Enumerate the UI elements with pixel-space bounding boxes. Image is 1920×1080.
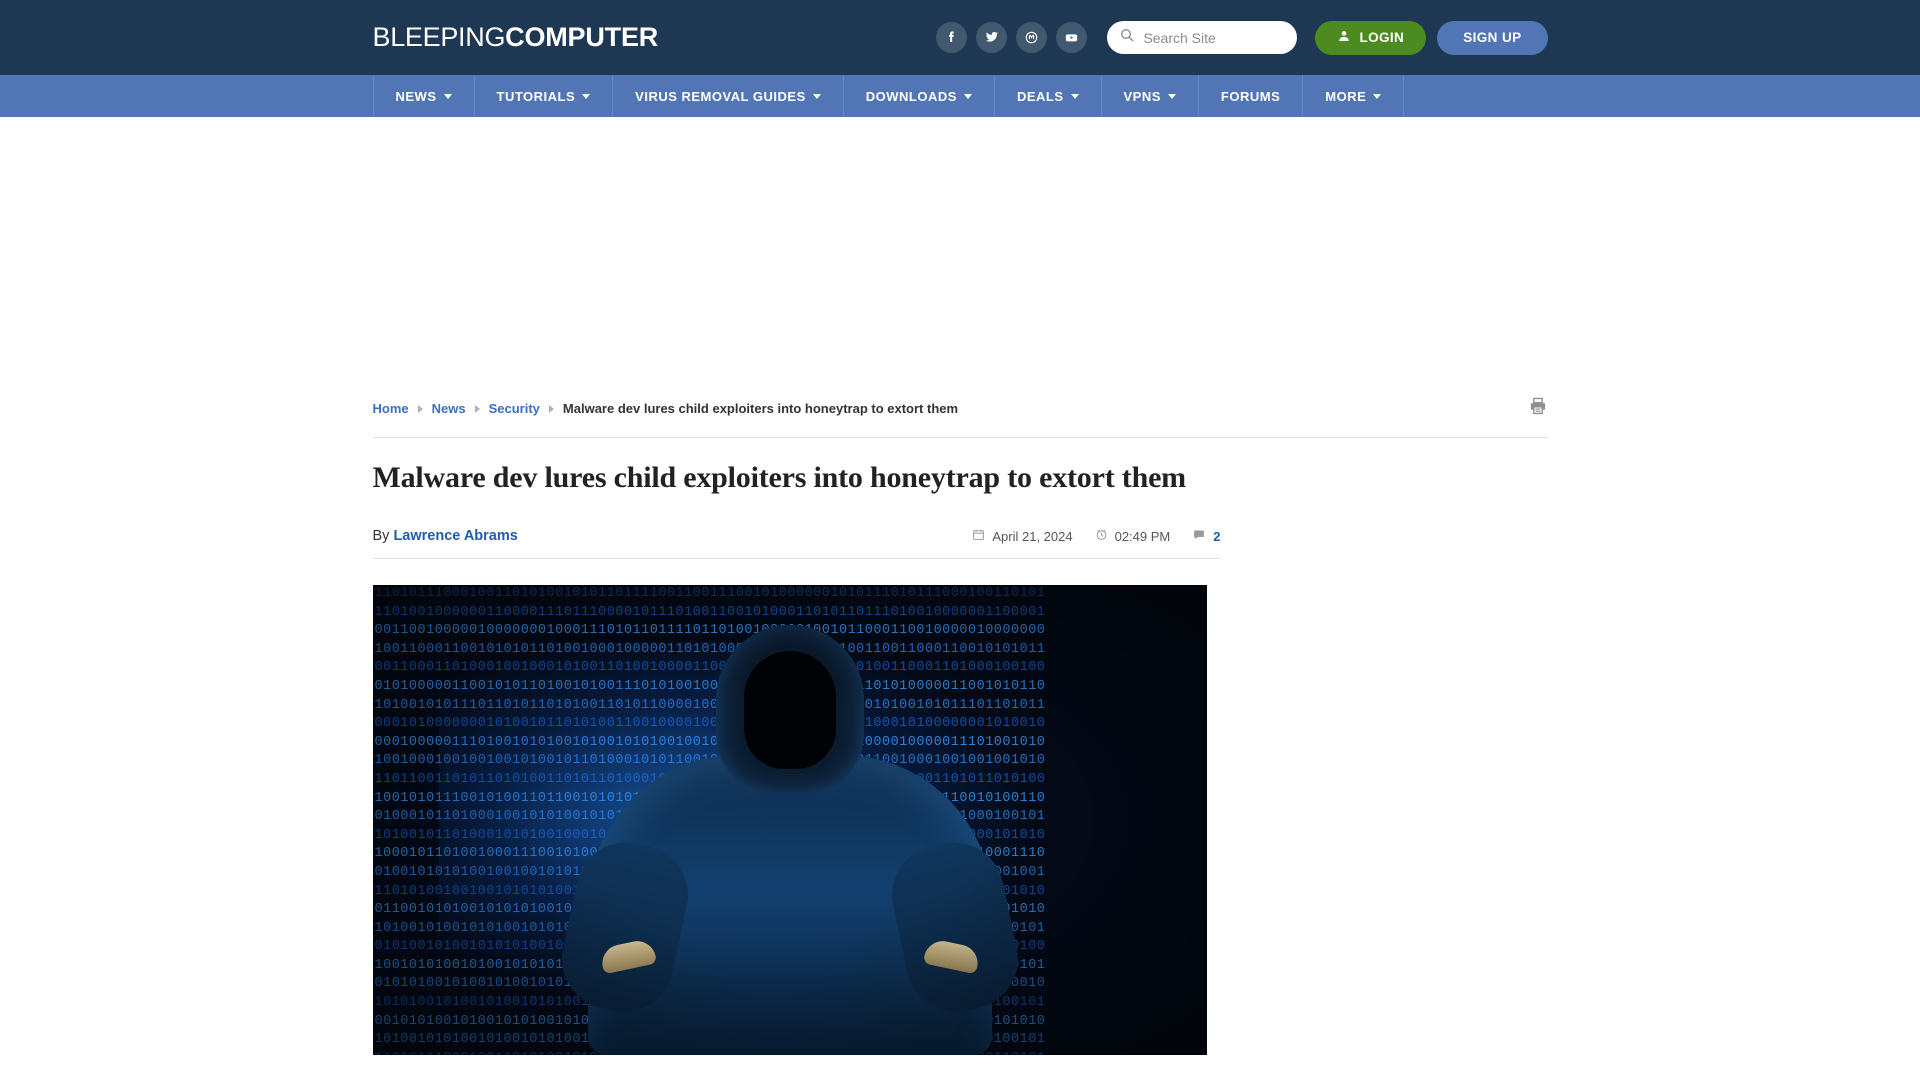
comment-count[interactable]: 2 bbox=[1192, 528, 1221, 544]
chevron-down-icon bbox=[963, 93, 972, 99]
breadcrumb-row: Home News Security Malware dev lures child … bbox=[372, 388, 1548, 438]
nav-item-downloads[interactable]: DOWNLOADS bbox=[844, 75, 995, 117]
publish-date: April 21, 2024 bbox=[972, 528, 1073, 544]
nav-item-label: DOWNLOADS bbox=[865, 88, 957, 104]
facebook-icon[interactable] bbox=[936, 22, 968, 53]
breadcrumb-separator-icon bbox=[548, 404, 554, 413]
nav-item-label: FORUMS bbox=[1220, 88, 1281, 104]
calendar-icon bbox=[972, 528, 985, 544]
chevron-down-icon bbox=[582, 93, 591, 99]
nav-item-tutorials[interactable]: TUTORIALS bbox=[475, 75, 614, 117]
user-icon bbox=[1337, 29, 1351, 46]
nav-item-label: MORE bbox=[1325, 88, 1367, 104]
figure-hood bbox=[715, 625, 864, 793]
article-meta-row: By Lawrence Abrams April 21, 2024 02:49 … bbox=[372, 528, 1221, 559]
breadcrumb-link[interactable]: News bbox=[432, 401, 466, 416]
nav-item-forums[interactable]: FORUMS bbox=[1199, 75, 1304, 117]
logo-text-bold: COMPUTER bbox=[505, 22, 659, 52]
nav-item-label: TUTORIALS bbox=[496, 88, 576, 104]
breadcrumb-separator-icon bbox=[474, 404, 480, 413]
nav-item-vpns[interactable]: VPNS bbox=[1102, 75, 1199, 117]
breadcrumb-link[interactable]: Security bbox=[489, 401, 540, 416]
page-title: Malware dev lures child exploiters into … bbox=[372, 461, 1187, 494]
nav-item-virus-removal-guides[interactable]: VIRUS REMOVAL GUIDES bbox=[613, 75, 844, 117]
nav-item-news[interactable]: NEWS bbox=[374, 75, 475, 117]
login-label: LOGIN bbox=[1359, 30, 1405, 45]
chevron-down-icon bbox=[1070, 93, 1079, 99]
search-input[interactable] bbox=[1143, 29, 1286, 46]
search-box[interactable] bbox=[1107, 21, 1298, 54]
social-links bbox=[936, 22, 1088, 53]
figure-face-shadow bbox=[743, 651, 836, 769]
site-header: BLEEPINGCOMPUTER Search Site LOGIN SIGN … bbox=[0, 0, 1920, 75]
author-link[interactable]: Lawrence Abrams bbox=[393, 528, 517, 544]
breadcrumb-separator-icon bbox=[417, 404, 423, 413]
youtube-icon[interactable] bbox=[1056, 22, 1088, 53]
chevron-down-icon bbox=[812, 93, 821, 99]
publish-time-text: 02:49 PM bbox=[1114, 528, 1171, 544]
breadcrumb-current: Malware dev lures child exploiters into … bbox=[562, 401, 959, 416]
nav-item-label: DEALS bbox=[1016, 88, 1064, 104]
chevron-down-icon bbox=[1167, 93, 1176, 99]
nav-item-label: NEWS bbox=[395, 88, 437, 104]
comment-count-text: 2 bbox=[1213, 528, 1221, 544]
nav-item-label: VIRUS REMOVAL GUIDES bbox=[635, 88, 806, 104]
login-button[interactable]: LOGIN bbox=[1315, 20, 1427, 55]
byline: By Lawrence Abrams bbox=[373, 528, 518, 544]
search-icon bbox=[1119, 27, 1135, 48]
nav-item-label: VPNS bbox=[1123, 88, 1161, 104]
nav-item-more[interactable]: MORE bbox=[1303, 75, 1405, 117]
twitter-icon[interactable] bbox=[976, 22, 1008, 53]
main-navigation: NEWS TUTORIALS VIRUS REMOVAL GUIDES DOWNLOA… bbox=[0, 75, 1920, 117]
article-hero-image: 1101011100010011010100101011011110011001… bbox=[372, 585, 1207, 1055]
publish-date-text: April 21, 2024 bbox=[992, 528, 1073, 544]
mastodon-icon[interactable] bbox=[1016, 22, 1048, 53]
publish-time: 02:49 PM bbox=[1095, 528, 1171, 544]
chevron-down-icon bbox=[443, 93, 452, 99]
breadcrumb-link[interactable]: Home bbox=[373, 401, 409, 416]
site-logo[interactable]: BLEEPINGCOMPUTER bbox=[373, 22, 659, 53]
hooded-figure bbox=[552, 625, 1027, 1055]
article: Malware dev lures child exploiters into … bbox=[372, 438, 1221, 1055]
chevron-down-icon bbox=[1373, 93, 1382, 99]
clock-icon bbox=[1095, 528, 1108, 544]
printer-icon[interactable] bbox=[1528, 396, 1548, 421]
signup-label: SIGN UP bbox=[1463, 30, 1522, 45]
signup-button[interactable]: SIGN UP bbox=[1437, 20, 1548, 55]
comment-icon bbox=[1192, 528, 1206, 544]
nav-item-deals[interactable]: DEALS bbox=[995, 75, 1102, 117]
logo-text-light: BLEEPING bbox=[372, 22, 506, 52]
breadcrumb: Home News Security Malware dev lures child … bbox=[373, 401, 959, 416]
advertisement-slot bbox=[0, 117, 1920, 388]
by-label: By bbox=[372, 528, 390, 544]
